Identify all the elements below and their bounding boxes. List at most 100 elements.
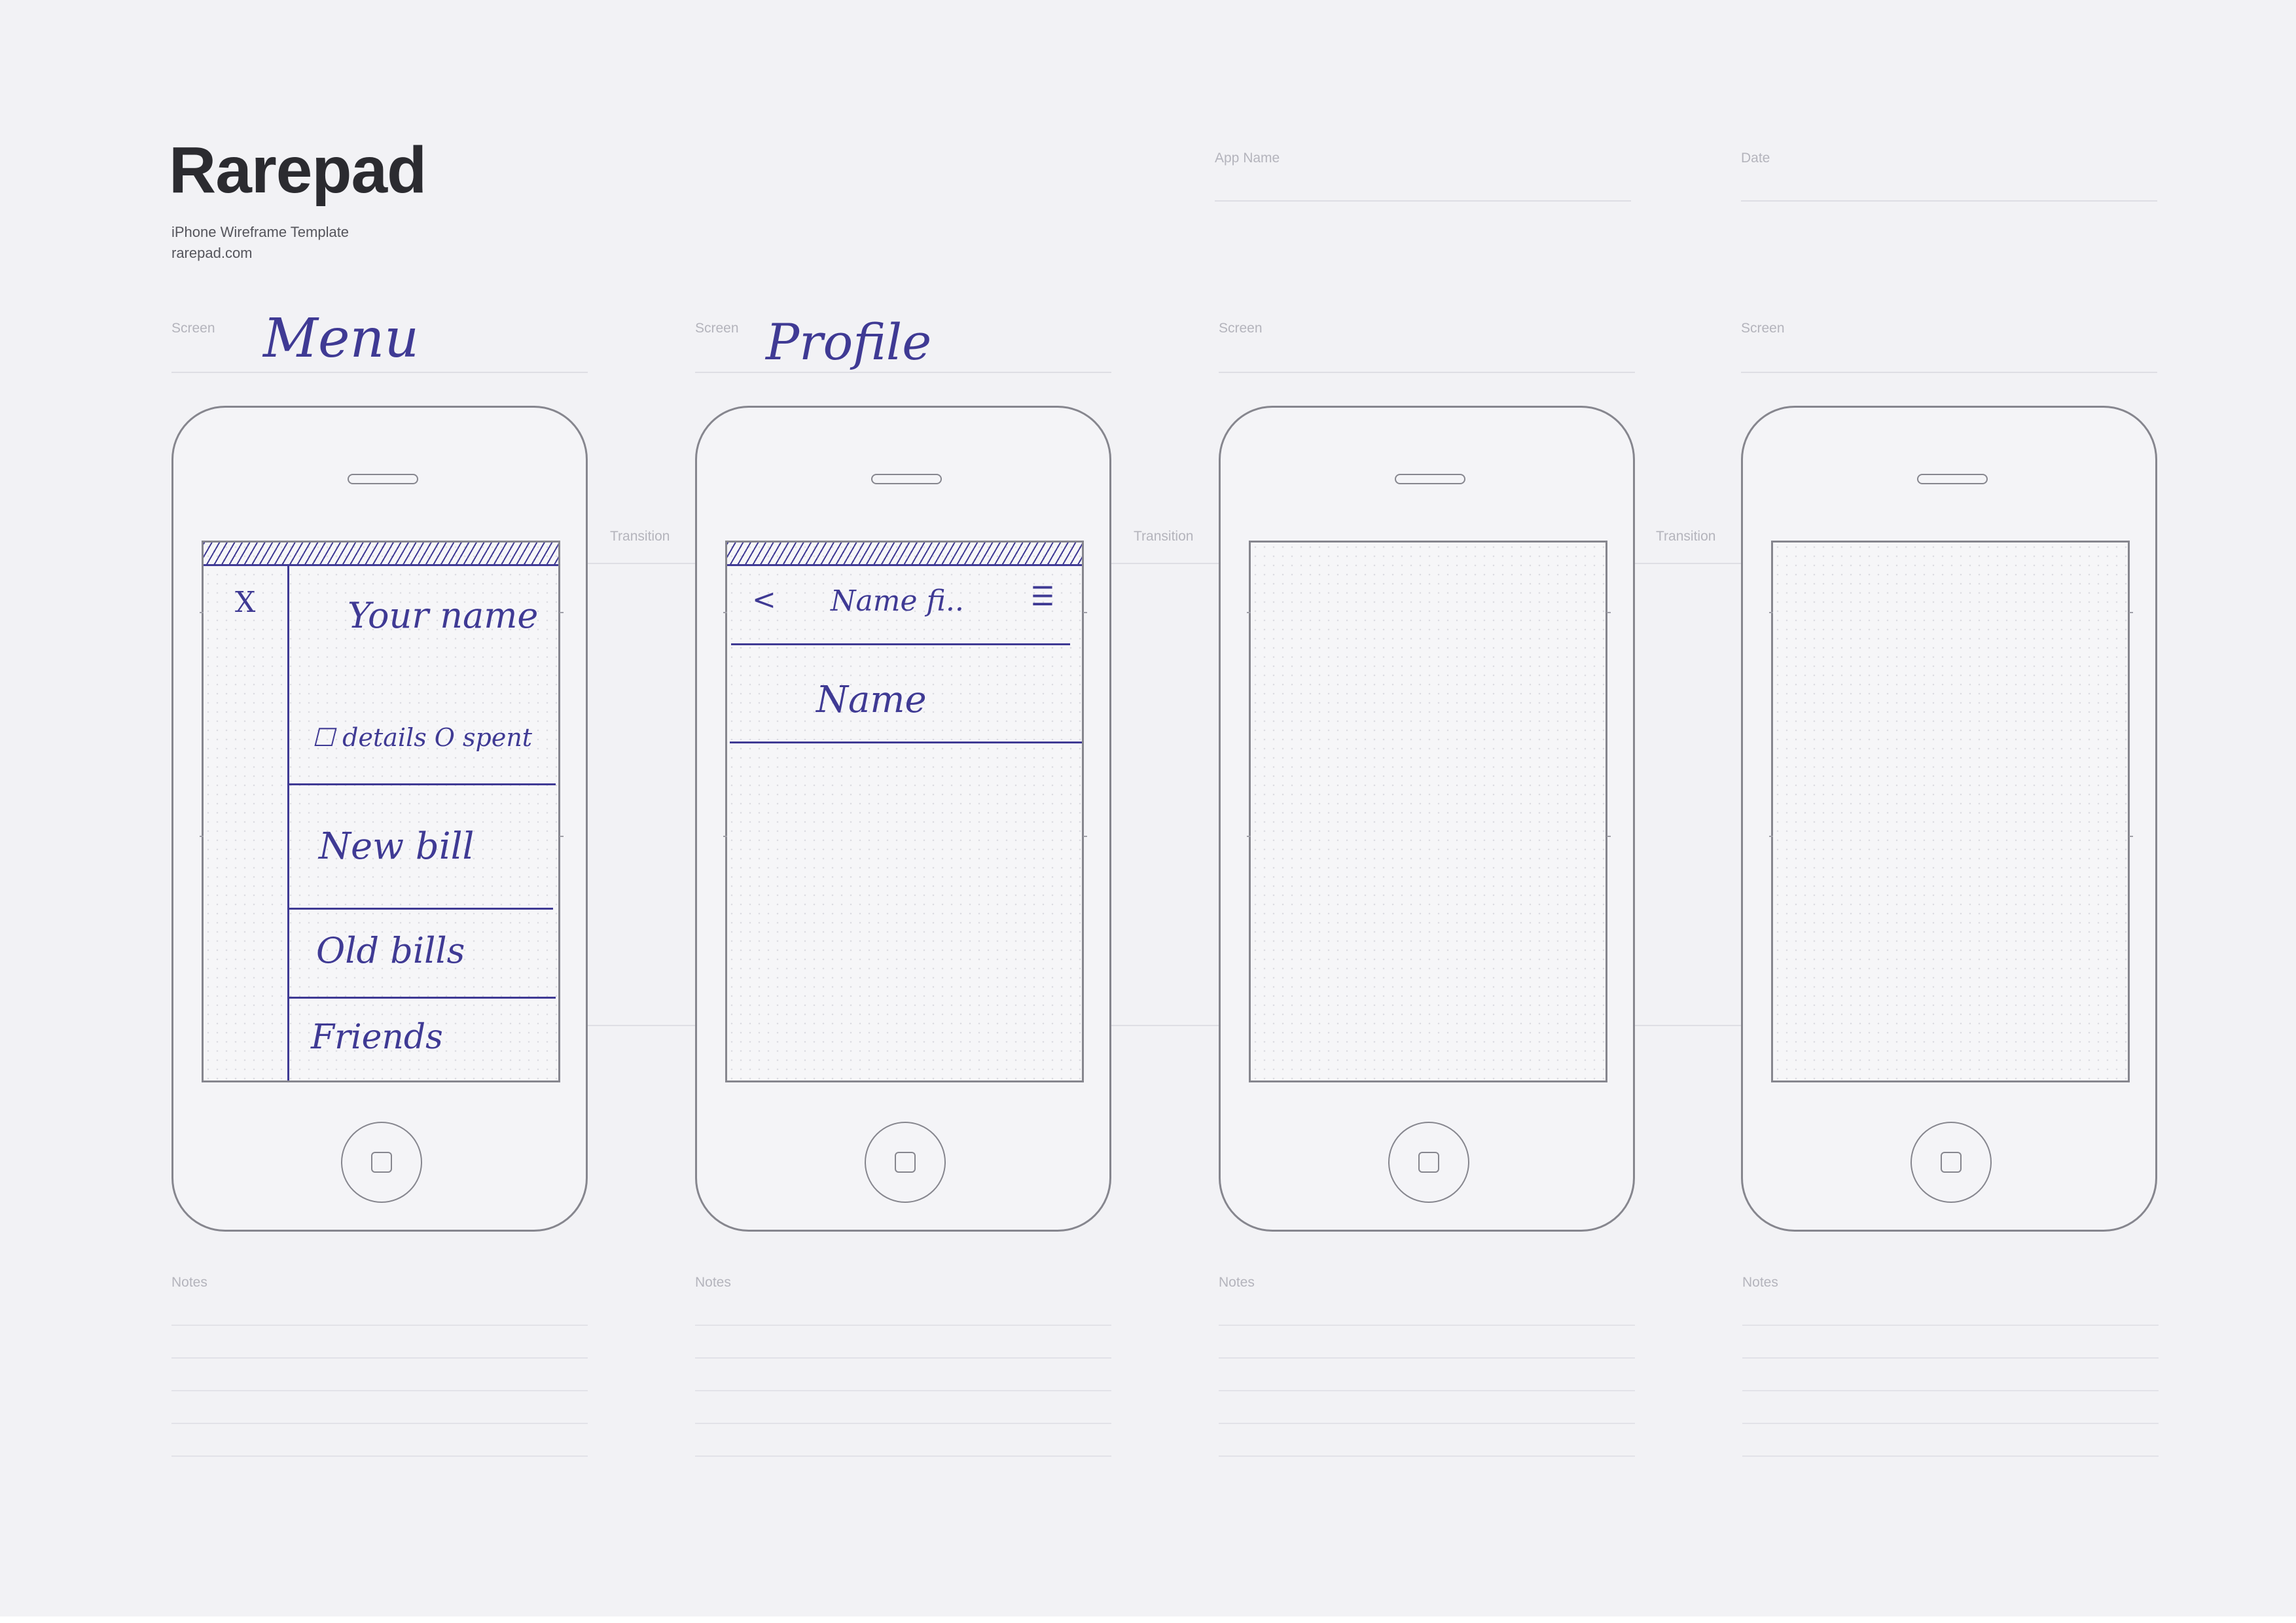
screen-label-4: Screen bbox=[1741, 321, 1785, 336]
menu-item-new-bill[interactable]: New bill bbox=[319, 825, 474, 868]
brand-title: Rarepad bbox=[169, 134, 427, 207]
menu-item-your-name[interactable]: Your name bbox=[348, 595, 538, 636]
transition-label-2: Transition bbox=[1134, 529, 1194, 544]
notes-line-1-5[interactable] bbox=[171, 1455, 588, 1457]
screen-tick bbox=[1247, 612, 1251, 613]
notes-line-4-2[interactable] bbox=[1742, 1357, 2159, 1359]
home-button-icon bbox=[1388, 1122, 1469, 1203]
transition-line-1-top bbox=[588, 563, 696, 564]
profile-name-field[interactable]: Name bbox=[816, 679, 927, 721]
app-name-label: App Name bbox=[1215, 151, 1280, 166]
transition-label-1: Transition bbox=[610, 529, 670, 544]
speaker-icon bbox=[1395, 474, 1465, 484]
notes-line-1-1[interactable] bbox=[171, 1325, 588, 1326]
menu-separator bbox=[289, 783, 556, 785]
screen-tick bbox=[1247, 836, 1251, 837]
phone-screen-4[interactable] bbox=[1771, 541, 2130, 1082]
notes-line-4-4[interactable] bbox=[1742, 1423, 2159, 1424]
speaker-icon bbox=[348, 474, 418, 484]
notes-line-4-1[interactable] bbox=[1742, 1325, 2159, 1326]
date-line[interactable] bbox=[1741, 200, 2157, 202]
wireframe-sheet: Rarepad iPhone Wireframe Template rarepa… bbox=[0, 0, 2296, 1623]
home-button-icon bbox=[1910, 1122, 1992, 1203]
app-name-line[interactable] bbox=[1215, 200, 1631, 202]
notes-line-1-3[interactable] bbox=[171, 1390, 588, 1391]
notes-line-4-5[interactable] bbox=[1742, 1455, 2159, 1457]
phone-screen-1[interactable]: X Your name ☐ details O spent New bill O… bbox=[202, 541, 560, 1082]
phone-frame-1: X Your name ☐ details O spent New bill O… bbox=[171, 406, 588, 1232]
screen-tick bbox=[1083, 836, 1087, 837]
transition-label-3: Transition bbox=[1656, 529, 1716, 544]
status-bar bbox=[727, 543, 1082, 566]
screen-tick bbox=[1769, 612, 1773, 613]
notes-line-1-2[interactable] bbox=[171, 1357, 588, 1359]
phone-frame-4 bbox=[1741, 406, 2157, 1232]
notes-line-3-1[interactable] bbox=[1219, 1325, 1635, 1326]
profile-title: Name fi.. bbox=[831, 584, 964, 618]
transition-line-3-bottom bbox=[1634, 1025, 1742, 1026]
screen-label-3: Screen bbox=[1219, 321, 1263, 336]
screen-name-line-1[interactable] bbox=[171, 372, 588, 373]
notes-line-3-5[interactable] bbox=[1219, 1455, 1635, 1457]
notes-label-1: Notes bbox=[171, 1275, 207, 1290]
screen-tick bbox=[2129, 612, 2133, 613]
screen-tick bbox=[1083, 612, 1087, 613]
paper-edge bbox=[0, 1616, 2296, 1623]
phone-frame-3 bbox=[1219, 406, 1635, 1232]
screen-name-line-2[interactable] bbox=[695, 372, 1111, 373]
home-button-icon bbox=[341, 1122, 422, 1203]
transition-line-1-bottom bbox=[588, 1025, 696, 1026]
screen-name-line-4[interactable] bbox=[1741, 372, 2157, 373]
notes-line-3-4[interactable] bbox=[1219, 1423, 1635, 1424]
notes-line-2-5[interactable] bbox=[695, 1455, 1111, 1457]
screen-name-line-3[interactable] bbox=[1219, 372, 1635, 373]
transition-line-2-top bbox=[1111, 563, 1220, 564]
transition-line-2-bottom bbox=[1111, 1025, 1220, 1026]
phone-screen-3[interactable] bbox=[1249, 541, 1607, 1082]
transition-line-3-top bbox=[1634, 563, 1742, 564]
screen-tick bbox=[1607, 836, 1611, 837]
speaker-icon bbox=[871, 474, 942, 484]
notes-line-3-2[interactable] bbox=[1219, 1357, 1635, 1359]
menu-divider bbox=[287, 566, 289, 1080]
notes-label-4: Notes bbox=[1742, 1275, 1778, 1290]
phone-frame-2: < Name fi.. ☰ Name bbox=[695, 406, 1111, 1232]
screen-tick bbox=[1769, 836, 1773, 837]
notes-line-4-3[interactable] bbox=[1742, 1390, 2159, 1391]
menu-separator bbox=[289, 908, 553, 910]
notes-label-3: Notes bbox=[1219, 1275, 1255, 1290]
screen-name-1: Menu bbox=[263, 308, 420, 370]
screen-label-1: Screen bbox=[171, 321, 215, 336]
notes-line-3-3[interactable] bbox=[1219, 1390, 1635, 1391]
screen-tick bbox=[2129, 836, 2133, 837]
menu-item-friends[interactable]: Friends bbox=[311, 1018, 443, 1057]
menu-separator bbox=[289, 997, 556, 999]
home-button-icon bbox=[865, 1122, 946, 1203]
menu-item-old-bills[interactable]: Old bills bbox=[316, 930, 465, 971]
brand-subtitle: iPhone Wireframe Template bbox=[171, 224, 350, 240]
phone-screen-2[interactable]: < Name fi.. ☰ Name bbox=[725, 541, 1084, 1082]
notes-line-2-1[interactable] bbox=[695, 1325, 1111, 1326]
screen-tick bbox=[200, 836, 204, 837]
date-label: Date bbox=[1741, 151, 1770, 166]
screen-tick bbox=[1607, 612, 1611, 613]
menu-item-details[interactable]: ☐ details O spent bbox=[312, 723, 532, 752]
screen-name-2: Profile bbox=[766, 313, 932, 371]
nav-separator bbox=[731, 643, 1070, 645]
status-bar bbox=[204, 543, 558, 566]
notes-line-2-2[interactable] bbox=[695, 1357, 1111, 1359]
notes-line-2-3[interactable] bbox=[695, 1390, 1111, 1391]
notes-line-1-4[interactable] bbox=[171, 1423, 588, 1424]
screen-tick bbox=[200, 612, 204, 613]
screen-label-2: Screen bbox=[695, 321, 739, 336]
screen-tick bbox=[560, 612, 564, 613]
speaker-icon bbox=[1917, 474, 1988, 484]
screen-tick bbox=[723, 612, 727, 613]
close-icon[interactable]: X bbox=[235, 586, 255, 619]
back-icon[interactable]: < bbox=[752, 583, 776, 616]
notes-label-2: Notes bbox=[695, 1275, 731, 1290]
notes-line-2-4[interactable] bbox=[695, 1423, 1111, 1424]
menu-icon[interactable]: ☰ bbox=[1031, 582, 1054, 612]
screen-tick bbox=[723, 836, 727, 837]
field-separator bbox=[730, 741, 1082, 743]
